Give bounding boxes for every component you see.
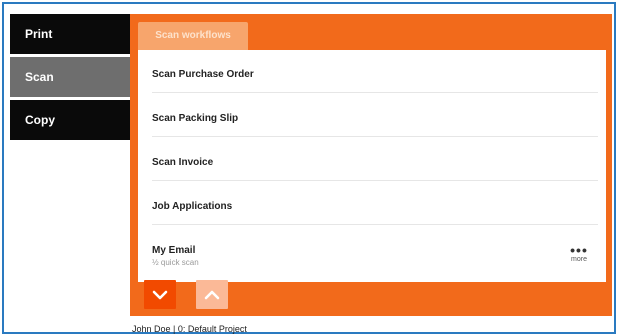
status-footer: John Doe | 0: Default Project bbox=[132, 324, 247, 334]
nav-item-scan[interactable]: Scan bbox=[10, 57, 130, 97]
workflow-item-label: Job Applications bbox=[152, 201, 233, 212]
chevron-down-icon bbox=[152, 290, 168, 299]
scroll-down-button[interactable] bbox=[144, 280, 176, 309]
tab-scan-workflows[interactable]: Scan workflows bbox=[138, 22, 248, 50]
more-button[interactable]: ••• more bbox=[564, 242, 594, 263]
chevron-up-icon bbox=[204, 290, 220, 299]
more-label: more bbox=[571, 256, 587, 263]
workflow-panel: Scan workflows Scan Purchase Order Scan … bbox=[130, 14, 612, 316]
workflow-item-scan-packing-slip[interactable]: Scan Packing Slip bbox=[138, 94, 606, 137]
workflow-item-label: Scan Packing Slip bbox=[152, 113, 239, 124]
nav-item-copy[interactable]: Copy bbox=[10, 100, 130, 140]
scroll-up-button[interactable] bbox=[196, 280, 228, 309]
nav-item-label: Copy bbox=[25, 113, 55, 127]
workflow-item-scan-invoice[interactable]: Scan Invoice bbox=[138, 138, 606, 181]
workflow-item-label: Scan Invoice bbox=[152, 157, 214, 168]
side-nav: Print Scan Copy bbox=[10, 14, 130, 143]
nav-item-print[interactable]: Print bbox=[10, 14, 130, 54]
workflow-item-job-applications[interactable]: Job Applications bbox=[138, 182, 606, 225]
ellipsis-icon: ••• bbox=[570, 242, 588, 258]
divider bbox=[152, 224, 598, 225]
workflow-item-subtitle: ½ quick scan bbox=[152, 258, 199, 267]
workflow-item-label: Scan Purchase Order bbox=[152, 69, 254, 80]
divider bbox=[152, 92, 598, 93]
workflow-item-scan-purchase-order[interactable]: Scan Purchase Order bbox=[138, 50, 606, 93]
divider bbox=[152, 180, 598, 181]
nav-item-label: Print bbox=[25, 27, 53, 41]
workflow-item-label: My Email bbox=[152, 245, 196, 256]
divider bbox=[152, 136, 598, 137]
workflow-item-my-email[interactable]: My Email ½ quick scan ••• more bbox=[138, 226, 606, 269]
nav-item-label: Scan bbox=[25, 70, 54, 84]
workflow-list: Scan Purchase Order Scan Packing Slip Sc… bbox=[138, 50, 606, 282]
